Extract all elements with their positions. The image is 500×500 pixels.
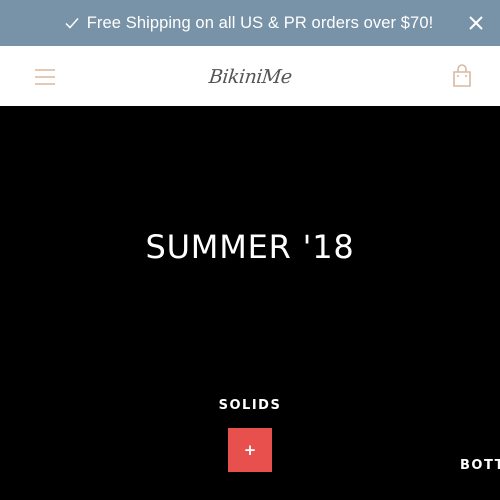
hero-title: SUMMER '18 [145,228,355,266]
site-logo[interactable]: BikiniMe [208,66,293,88]
shopping-bag-icon[interactable] [452,64,472,88]
hamburger-menu-icon[interactable] [34,68,56,86]
close-icon[interactable] [468,15,484,31]
check-icon [65,18,79,29]
announcement-message[interactable]: Free Shipping on all US & PR orders over… [65,14,434,33]
expand-plus-button[interactable]: + [228,428,272,472]
site-header: BikiniMe [0,46,500,106]
announcement-bar: Free Shipping on all US & PR orders over… [0,0,500,46]
hero-section: SUMMER '18 SOLIDS + BOTT [0,106,500,500]
collection-label-bottoms[interactable]: BOTT [460,458,500,473]
collection-label-solids[interactable]: SOLIDS [0,398,500,413]
announcement-text: Free Shipping on all US & PR orders over… [86,13,434,32]
